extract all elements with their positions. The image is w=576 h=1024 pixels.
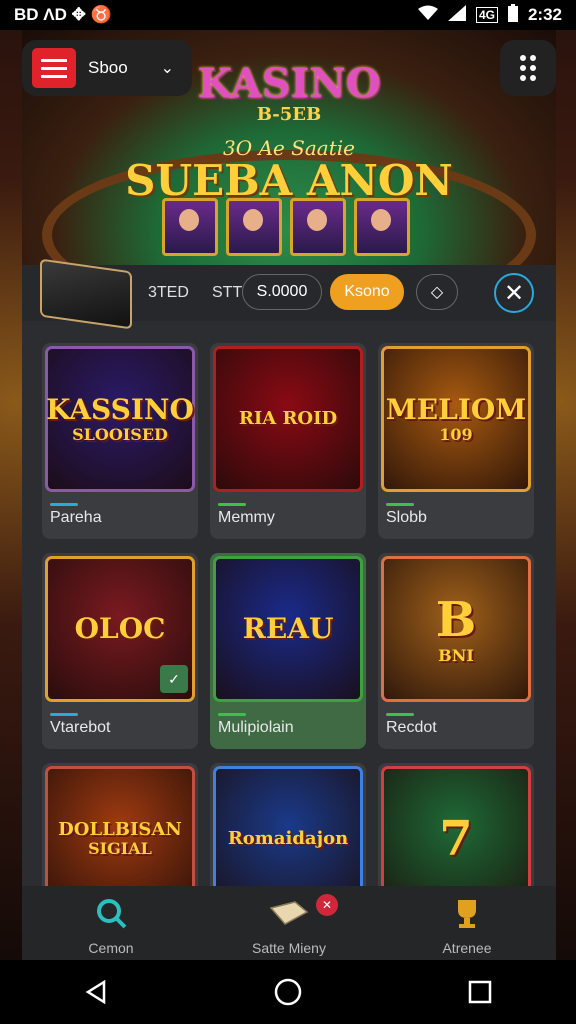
grid-dots-icon	[520, 55, 536, 81]
game-card[interactable]: KASSINO SLOOISED Pareha	[42, 343, 198, 539]
app-window: KASINO B-5EB 3O Ae Saatie SUEBA ANON Sbo…	[22, 30, 556, 960]
game-title: REAU	[242, 611, 334, 645]
back-triangle-icon	[85, 979, 106, 1005]
game-title: DOLLBISAN	[58, 819, 182, 841]
bottom-navigation: Cemon ✕ Satte Mieny Atrenee	[22, 886, 556, 960]
progress-bar	[50, 713, 78, 716]
progress-bar	[386, 503, 414, 506]
game-title: KASSINO	[46, 392, 194, 426]
game-title: OLOC	[74, 611, 166, 645]
game-title-art: Romaidajon	[228, 829, 348, 849]
wallet-label: 3TED	[148, 284, 189, 301]
menu-dropdown[interactable]: Sboo ⌄	[22, 40, 192, 96]
game-card[interactable]: OLOC ✓ Vtarebot	[42, 553, 198, 749]
game-title-art: MELIOM 109	[385, 392, 527, 444]
game-label: Pareha	[50, 509, 102, 526]
notification-badge: ✕	[316, 894, 338, 916]
game-thumbnail[interactable]: MELIOM 109	[381, 346, 531, 492]
game-title-art: DOLLBISAN SIGIAL	[58, 820, 182, 857]
game-title-art: OLOC	[74, 611, 166, 645]
portrait-image	[354, 198, 410, 256]
menu-label: Sboo	[88, 58, 128, 77]
notification-icons: BD ΛD ✥ ♉	[14, 5, 112, 24]
chevron-down-icon: ⌄	[160, 60, 174, 77]
nav-item-trophy[interactable]: Atrenee	[382, 886, 552, 956]
game-label: Recdot	[386, 719, 437, 736]
amount-chip[interactable]: S.0000	[242, 274, 322, 310]
game-label: Vtarebot	[50, 719, 111, 736]
game-card[interactable]: REAU Mulipiolain	[210, 553, 366, 749]
game-card[interactable]: MELIOM 109 Slobb	[378, 343, 534, 539]
progress-bar	[386, 713, 414, 716]
signal-icon	[447, 4, 466, 26]
game-title: B	[435, 591, 477, 648]
game-title-art: REAU	[242, 611, 334, 645]
game-title-art: 7	[439, 810, 473, 867]
hero-portraits	[162, 198, 410, 256]
search-icon	[26, 896, 196, 938]
trophy-icon	[382, 896, 552, 938]
battery-icon	[507, 3, 518, 27]
hero-subtitle: B-5EB	[256, 104, 322, 125]
game-title: 7	[439, 810, 473, 867]
clock: 2:32	[527, 5, 562, 24]
wifi-icon	[417, 5, 438, 26]
portrait-image	[226, 198, 282, 256]
game-thumbnail[interactable]: RIA ROID	[213, 346, 363, 492]
amount-label: STT	[212, 284, 243, 301]
progress-bar	[218, 713, 246, 716]
portrait-image	[290, 198, 346, 256]
home-button[interactable]	[268, 972, 308, 1012]
game-subtitle: SLOOISED	[72, 424, 168, 444]
game-thumbnail[interactable]: REAU	[213, 556, 363, 702]
game-subtitle: 109	[439, 424, 473, 444]
recents-button[interactable]	[460, 972, 500, 1012]
progress-bar	[50, 503, 78, 506]
android-navigation-bar	[0, 960, 576, 1024]
game-label: Memmy	[218, 509, 275, 526]
filter-chip-active[interactable]: Ksono	[330, 274, 404, 310]
game-thumbnail[interactable]: B BNI	[381, 556, 531, 702]
nav-item-search[interactable]: Cemon	[26, 886, 196, 956]
cash-icon	[204, 896, 374, 938]
game-title: MELIOM	[385, 392, 527, 426]
home-circle-icon	[274, 978, 302, 1006]
nav-label-search: Cemon	[88, 940, 134, 956]
game-label: Slobb	[386, 509, 427, 526]
lte-label: 4G	[475, 7, 498, 23]
nav-label-trophy: Atrenee	[442, 940, 492, 956]
more-options-button[interactable]	[500, 40, 556, 96]
game-title-art: KASSINO SLOOISED	[46, 392, 194, 444]
game-grid: KASSINO SLOOISED Pareha RIA ROID Memmy MELIOM…	[22, 321, 556, 959]
recents-square-icon	[468, 980, 492, 1004]
close-button[interactable]: ✕	[494, 273, 534, 313]
status-bar: BD ΛD ✥ ♉ 4G 2:32	[0, 0, 576, 30]
checkmark-icon[interactable]: ✓	[160, 665, 188, 693]
hero-banner[interactable]: KASINO B-5EB 3O Ae Saatie SUEBA ANON Sbo…	[22, 30, 556, 320]
game-title-art: B BNI	[435, 591, 477, 665]
nav-label-cash: Satte Mieny	[252, 940, 326, 956]
game-card[interactable]: RIA ROID Memmy	[210, 343, 366, 539]
game-thumbnail[interactable]: KASSINO SLOOISED	[45, 346, 195, 492]
game-subtitle: SIGIAL	[88, 839, 152, 859]
wallet-icon[interactable]	[40, 258, 132, 330]
game-label: Mulipiolain	[218, 719, 294, 736]
progress-bar	[218, 503, 246, 506]
hamburger-menu-icon[interactable]	[32, 48, 76, 88]
back-button[interactable]	[76, 972, 116, 1012]
nav-item-cash[interactable]: ✕ Satte Mieny	[204, 886, 374, 956]
game-title: Romaidajon	[227, 828, 349, 850]
filter-toolbar: 3TED STT S.0000 Ksono ◇ ✕	[22, 258, 556, 330]
game-subtitle: BNI	[438, 645, 474, 665]
diamond-chip[interactable]: ◇	[416, 274, 458, 310]
portrait-image	[162, 198, 218, 256]
game-title-art: RIA ROID	[239, 409, 337, 429]
game-title: RIA ROID	[238, 408, 338, 430]
game-card[interactable]: B BNI Recdot	[378, 553, 534, 749]
